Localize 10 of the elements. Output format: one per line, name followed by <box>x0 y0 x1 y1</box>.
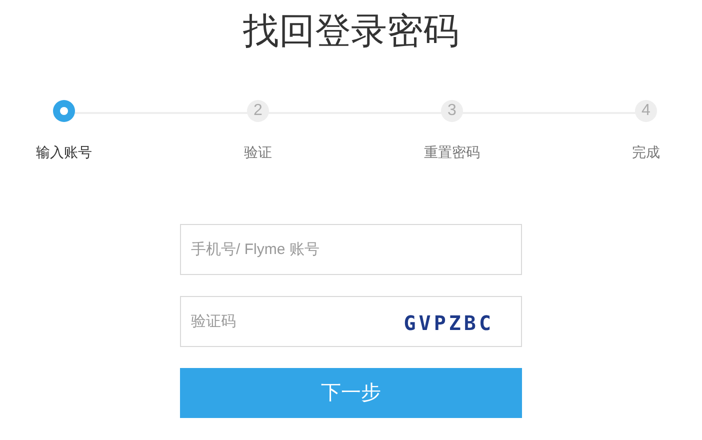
step-number: 4 <box>635 100 657 122</box>
step-number: 3 <box>441 100 463 122</box>
captcha-image[interactable]: GVPZBC <box>404 308 494 338</box>
step-label: 完成 <box>632 143 660 162</box>
page-title: 找回登录密码 <box>243 10 459 54</box>
step-number: 2 <box>247 100 269 122</box>
account-field[interactable]: 手机号/ Flyme 账号 <box>180 224 522 275</box>
step-label: 输入账号 <box>36 143 92 162</box>
step-label: 验证 <box>244 143 272 162</box>
step-label: 重置密码 <box>424 143 480 162</box>
